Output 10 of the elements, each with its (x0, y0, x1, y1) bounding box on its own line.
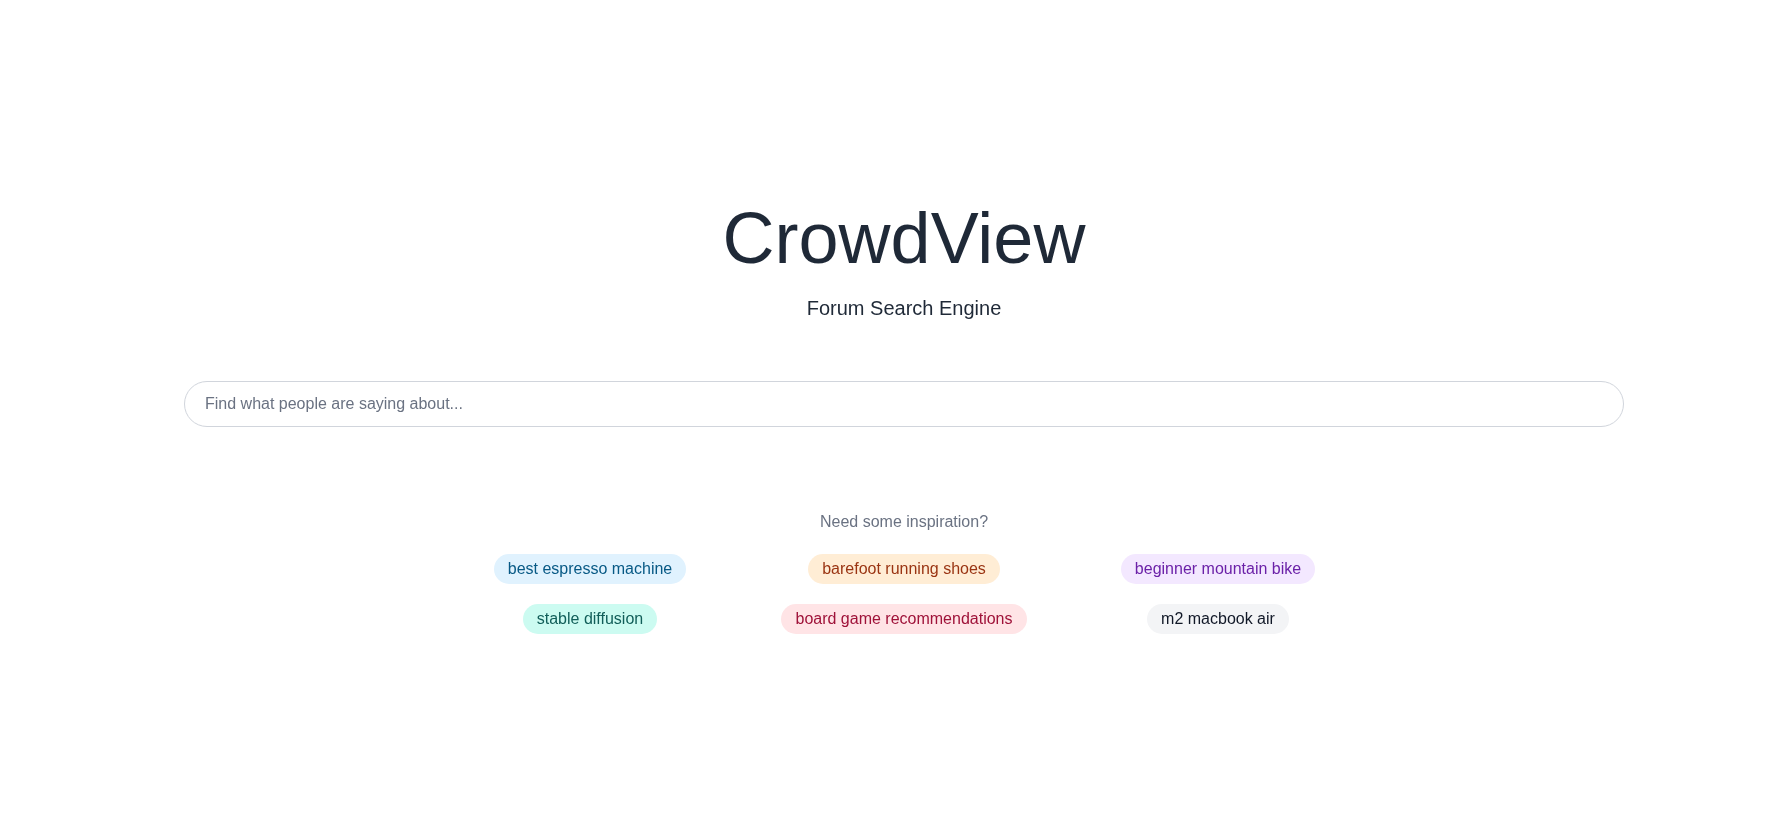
suggestion-tag[interactable]: best espresso machine (493, 554, 687, 584)
suggestion-tag[interactable]: m2 macbook air (1147, 604, 1289, 634)
site-title: CrowdView (722, 202, 1086, 274)
site-subtitle: Forum Search Engine (806, 296, 1002, 321)
inspiration-heading: Need some inspiration? (819, 512, 989, 532)
suggestion-tag[interactable]: beginner mountain bike (1120, 554, 1316, 584)
search-field[interactable]: Find what people are saying about... (184, 381, 1624, 427)
suggestion-tag[interactable]: board game recommendations (781, 604, 1027, 634)
suggestion-tag[interactable]: stable diffusion (522, 604, 658, 634)
suggestion-tag[interactable]: barefoot running shoes (808, 554, 1000, 584)
